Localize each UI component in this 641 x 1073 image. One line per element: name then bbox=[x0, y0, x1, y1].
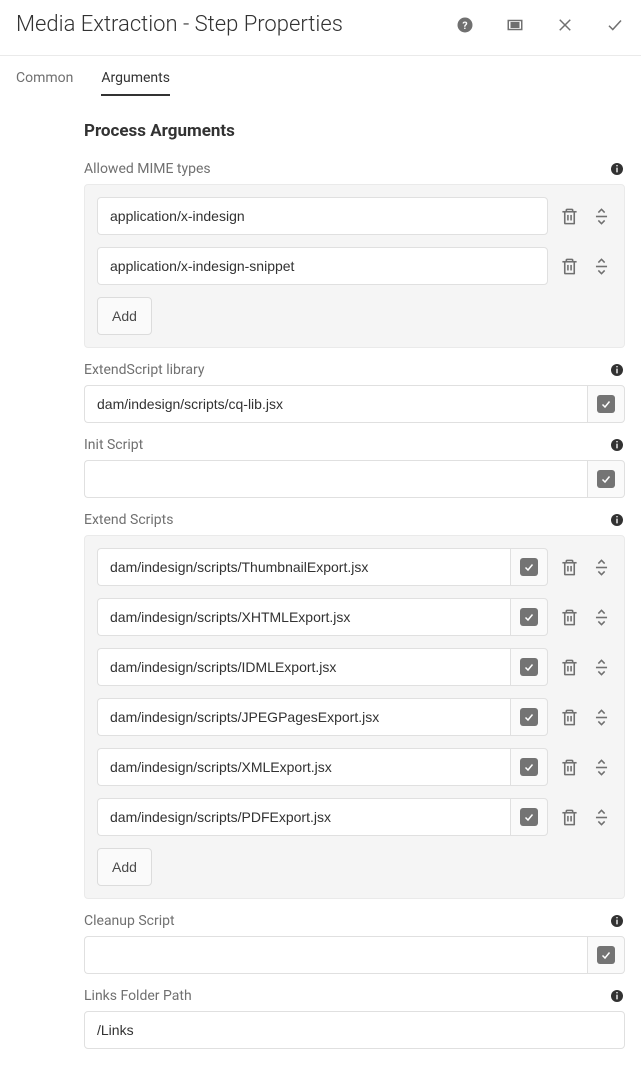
extlib-label-row: ExtendScript library bbox=[84, 362, 625, 378]
extlib-input[interactable] bbox=[84, 385, 587, 423]
init-input[interactable] bbox=[84, 460, 587, 498]
dialog-title: Media Extraction - Step Properties bbox=[16, 12, 343, 37]
mime-group: Add bbox=[84, 184, 625, 348]
trash-icon[interactable] bbox=[558, 205, 580, 227]
mime-input[interactable] bbox=[97, 197, 548, 235]
mime-row bbox=[97, 197, 612, 235]
add-mime-button[interactable]: Add bbox=[97, 297, 152, 335]
picker-button[interactable] bbox=[587, 936, 625, 974]
picker-button[interactable] bbox=[510, 648, 548, 686]
checkmark-icon bbox=[520, 608, 538, 626]
extlib-row bbox=[84, 385, 625, 423]
trash-icon[interactable] bbox=[558, 606, 580, 628]
header-actions: ? bbox=[455, 15, 625, 35]
links-input[interactable] bbox=[84, 1011, 625, 1049]
script-row bbox=[97, 548, 612, 586]
content: Process Arguments Allowed MIME types bbox=[0, 97, 641, 1073]
init-row bbox=[84, 460, 625, 498]
reorder-icon[interactable] bbox=[590, 756, 612, 778]
script-row bbox=[97, 698, 612, 736]
checkmark-icon bbox=[520, 658, 538, 676]
trash-icon[interactable] bbox=[558, 706, 580, 728]
confirm-icon[interactable] bbox=[605, 15, 625, 35]
init-label: Init Script bbox=[84, 437, 143, 453]
extscripts-group: Add bbox=[84, 535, 625, 899]
info-icon[interactable] bbox=[609, 161, 625, 177]
fullscreen-icon[interactable] bbox=[505, 15, 525, 35]
checkmark-icon bbox=[520, 558, 538, 576]
reorder-icon[interactable] bbox=[590, 556, 612, 578]
cleanup-row bbox=[84, 936, 625, 974]
trash-icon[interactable] bbox=[558, 556, 580, 578]
script-input[interactable] bbox=[97, 798, 510, 836]
script-input[interactable] bbox=[97, 548, 510, 586]
cleanup-label-row: Cleanup Script bbox=[84, 913, 625, 929]
cleanup-label: Cleanup Script bbox=[84, 913, 175, 929]
close-icon[interactable] bbox=[555, 15, 575, 35]
script-input[interactable] bbox=[97, 748, 510, 786]
mime-input[interactable] bbox=[97, 247, 548, 285]
mime-row bbox=[97, 247, 612, 285]
links-label: Links Folder Path bbox=[84, 988, 192, 1004]
trash-icon[interactable] bbox=[558, 656, 580, 678]
reorder-icon[interactable] bbox=[590, 706, 612, 728]
info-icon[interactable] bbox=[609, 988, 625, 1004]
tab-common[interactable]: Common bbox=[16, 56, 73, 96]
extscripts-label: Extend Scripts bbox=[84, 512, 173, 528]
script-input[interactable] bbox=[97, 648, 510, 686]
mime-label: Allowed MIME types bbox=[84, 161, 211, 177]
trash-icon[interactable] bbox=[558, 756, 580, 778]
info-icon[interactable] bbox=[609, 913, 625, 929]
script-row bbox=[97, 598, 612, 636]
script-input[interactable] bbox=[97, 698, 510, 736]
info-icon[interactable] bbox=[609, 362, 625, 378]
extscripts-label-row: Extend Scripts bbox=[84, 512, 625, 528]
checkmark-icon bbox=[520, 758, 538, 776]
trash-icon[interactable] bbox=[558, 255, 580, 277]
section-title: Process Arguments bbox=[84, 121, 625, 141]
script-row bbox=[97, 798, 612, 836]
info-icon[interactable] bbox=[609, 512, 625, 528]
init-label-row: Init Script bbox=[84, 437, 625, 453]
reorder-icon[interactable] bbox=[590, 255, 612, 277]
picker-button[interactable] bbox=[510, 548, 548, 586]
reorder-icon[interactable] bbox=[590, 806, 612, 828]
picker-button[interactable] bbox=[587, 460, 625, 498]
reorder-icon[interactable] bbox=[590, 656, 612, 678]
picker-button[interactable] bbox=[510, 698, 548, 736]
picker-button[interactable] bbox=[510, 798, 548, 836]
help-icon[interactable]: ? bbox=[455, 15, 475, 35]
script-row bbox=[97, 648, 612, 686]
cleanup-input[interactable] bbox=[84, 936, 587, 974]
info-icon[interactable] bbox=[609, 437, 625, 453]
svg-text:?: ? bbox=[462, 18, 467, 31]
links-label-row: Links Folder Path bbox=[84, 988, 625, 1004]
mime-label-row: Allowed MIME types bbox=[84, 161, 625, 177]
dialog-header: Media Extraction - Step Properties ? bbox=[0, 0, 641, 56]
trash-icon[interactable] bbox=[558, 806, 580, 828]
reorder-icon[interactable] bbox=[590, 606, 612, 628]
picker-button[interactable] bbox=[587, 385, 625, 423]
tabs: Common Arguments bbox=[0, 56, 641, 97]
checkmark-icon bbox=[597, 470, 615, 488]
checkmark-icon bbox=[597, 395, 615, 413]
checkmark-icon bbox=[597, 946, 615, 964]
reorder-icon[interactable] bbox=[590, 205, 612, 227]
checkmark-icon bbox=[520, 808, 538, 826]
checkmark-icon bbox=[520, 708, 538, 726]
picker-button[interactable] bbox=[510, 598, 548, 636]
tab-arguments[interactable]: Arguments bbox=[101, 56, 170, 96]
script-input[interactable] bbox=[97, 598, 510, 636]
picker-button[interactable] bbox=[510, 748, 548, 786]
add-script-button[interactable]: Add bbox=[97, 848, 152, 886]
extlib-label: ExtendScript library bbox=[84, 362, 204, 378]
script-row bbox=[97, 748, 612, 786]
